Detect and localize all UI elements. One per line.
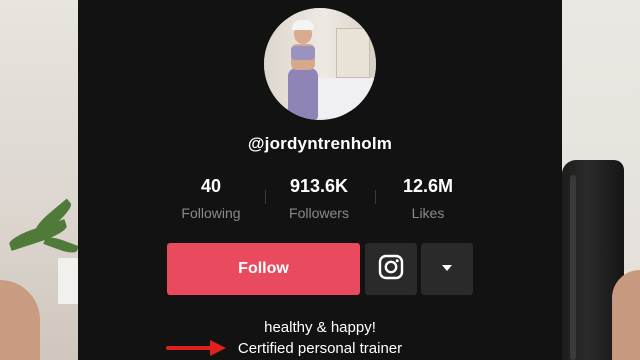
avatar-bed xyxy=(314,78,376,118)
plant-pot xyxy=(58,258,78,304)
avatar-dresser xyxy=(336,28,370,78)
more-options-button[interactable] xyxy=(421,243,473,295)
avatar-person-cap xyxy=(292,20,314,30)
stat-value: 40 xyxy=(200,176,222,196)
avatar-person-top xyxy=(291,46,315,60)
background-chair-edge xyxy=(570,175,576,360)
bio-line: healthy & happy! xyxy=(264,319,376,336)
stat-label: Followers xyxy=(289,205,349,221)
chevron-down-icon xyxy=(440,260,454,278)
follow-button[interactable]: Follow xyxy=(167,243,360,295)
instagram-icon xyxy=(378,254,404,285)
avatar[interactable] xyxy=(264,8,376,120)
profile-panel: @jordyntrenholm 40 Following 913.6K Foll… xyxy=(78,0,562,360)
bio-line: Certified personal trainer xyxy=(237,340,403,357)
stat-value: 12.6M xyxy=(402,176,454,196)
stat-following[interactable]: 40 Following xyxy=(156,176,266,221)
background-arm xyxy=(612,270,640,360)
stat-likes[interactable]: 12.6M Likes xyxy=(373,176,483,221)
instagram-button[interactable] xyxy=(365,243,417,295)
stat-followers[interactable]: 913.6K Followers xyxy=(264,176,374,221)
profile-username: @jordyntrenholm xyxy=(247,134,393,153)
stat-label: Following xyxy=(181,205,241,221)
avatar-person-legs xyxy=(288,68,318,120)
stat-value: 913.6K xyxy=(289,176,349,196)
red-arrow-icon xyxy=(166,338,228,358)
stat-label: Likes xyxy=(411,205,445,221)
